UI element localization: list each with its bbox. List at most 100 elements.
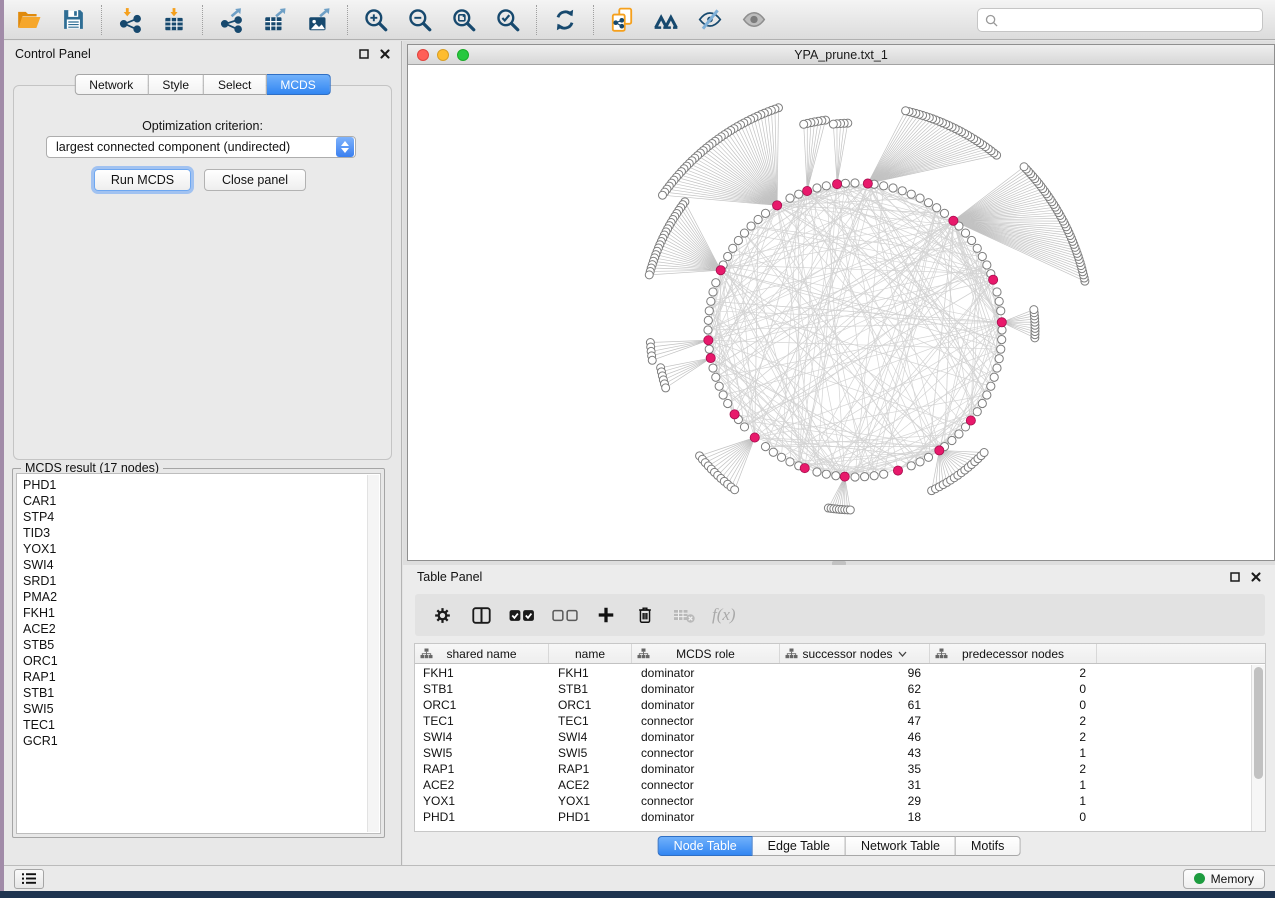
close-window-icon[interactable]	[417, 49, 429, 61]
delete-table-icon[interactable]	[673, 604, 695, 626]
column-namespace-icon	[785, 648, 798, 659]
tab-select[interactable]: Select	[204, 74, 266, 95]
clone-network-icon[interactable]	[609, 7, 635, 33]
table-row[interactable]: SWI5SWI5connector431	[415, 745, 1251, 761]
network-canvas[interactable]	[408, 65, 1274, 560]
maximize-window-icon[interactable]	[457, 49, 469, 61]
table-row[interactable]: ORC1ORC1dominator610	[415, 697, 1251, 713]
first-neighbors-icon[interactable]	[653, 7, 679, 33]
table-cell: connector	[632, 777, 780, 793]
zoom-fit-icon[interactable]	[451, 7, 477, 33]
list-scrollbar[interactable]	[367, 475, 379, 832]
zoom-in-icon[interactable]	[363, 7, 389, 33]
mcds-result-item[interactable]: PMA2	[23, 589, 380, 605]
mcds-result-item[interactable]: RAP1	[23, 669, 380, 685]
mcds-result-list[interactable]: PHD1CAR1STP4TID3YOX1SWI4SRD1PMA2FKH1ACE2…	[16, 473, 381, 834]
mcds-result-item[interactable]: STB5	[23, 637, 380, 653]
close-panel-icon[interactable]	[380, 49, 390, 59]
column-namespace-icon	[935, 648, 948, 659]
table-scrollbar-thumb[interactable]	[1254, 667, 1263, 779]
close-panel-button[interactable]: Close panel	[204, 169, 306, 191]
run-mcds-button[interactable]: Run MCDS	[94, 169, 191, 191]
mcds-result-item[interactable]: SRD1	[23, 573, 380, 589]
add-column-icon[interactable]	[595, 604, 617, 626]
select-all-checkboxes-icon[interactable]	[509, 604, 535, 626]
table-tabs: Node Table Edge Table Network Table Moti…	[658, 836, 1021, 856]
table-row[interactable]: YOX1YOX1connector291	[415, 793, 1251, 809]
tab-mcds[interactable]: MCDS	[266, 74, 330, 95]
float-panel-icon[interactable]	[1230, 572, 1240, 582]
function-builder-icon[interactable]: f(x)	[712, 605, 736, 625]
criterion-dropdown[interactable]: largest connected component (undirected)	[46, 136, 356, 158]
export-table-icon[interactable]	[262, 7, 288, 33]
table-row[interactable]: FKH1FKH1dominator962	[415, 665, 1251, 681]
column-header-name[interactable]: name	[549, 644, 632, 663]
memory-button[interactable]: Memory	[1183, 869, 1265, 889]
mcds-result-item[interactable]: SWI4	[23, 557, 380, 573]
search-box[interactable]	[977, 8, 1263, 32]
import-table-icon[interactable]	[161, 7, 187, 33]
export-image-icon[interactable]	[306, 7, 332, 33]
column-header-successor-nodes[interactable]: successor nodes	[780, 644, 930, 663]
table-cell: 1	[930, 777, 1097, 793]
table-row[interactable]: ACE2ACE2connector311	[415, 777, 1251, 793]
table-cell: dominator	[632, 697, 780, 713]
cytoscape-window: Control Panel Network Style Select MCDS …	[4, 0, 1275, 891]
column-header-mcds-role[interactable]: MCDS role	[632, 644, 780, 663]
tab-motifs[interactable]: Motifs	[956, 836, 1020, 856]
settings-gear-icon[interactable]	[431, 604, 453, 626]
mcds-result-item[interactable]: ORC1	[23, 653, 380, 669]
table-scrollbar[interactable]	[1251, 665, 1265, 831]
close-panel-icon[interactable]	[1251, 572, 1261, 582]
mcds-result-item[interactable]: TID3	[23, 525, 380, 541]
show-all-icon[interactable]	[741, 7, 767, 33]
refresh-icon[interactable]	[552, 7, 578, 33]
mcds-result-item[interactable]: TEC1	[23, 717, 380, 733]
zoom-selected-icon[interactable]	[495, 7, 521, 33]
float-panel-icon[interactable]	[359, 49, 369, 59]
table-cell: dominator	[632, 681, 780, 697]
mcds-result-item[interactable]: PHD1	[23, 477, 380, 493]
mcds-result-item[interactable]: YOX1	[23, 541, 380, 557]
table-cell: 43	[780, 745, 930, 761]
split-view-icon[interactable]	[470, 604, 492, 626]
minimize-window-icon[interactable]	[437, 49, 449, 61]
mcds-result-item[interactable]: CAR1	[23, 493, 380, 509]
column-header-shared-name[interactable]: shared name	[415, 644, 549, 663]
tab-network[interactable]: Network	[74, 74, 148, 95]
zoom-out-icon[interactable]	[407, 7, 433, 33]
table-cell: SWI5	[549, 745, 632, 761]
export-network-icon[interactable]	[218, 7, 244, 33]
table-toolbar: f(x)	[415, 594, 1265, 636]
tab-style[interactable]: Style	[148, 74, 204, 95]
task-history-button[interactable]	[14, 869, 44, 889]
hide-selected-icon[interactable]	[697, 7, 723, 33]
table-cell: PHD1	[415, 809, 549, 825]
table-row[interactable]: PHD1PHD1dominator180	[415, 809, 1251, 825]
table-row[interactable]: STB1STB1dominator620	[415, 681, 1251, 697]
save-session-icon[interactable]	[60, 7, 86, 33]
table-row[interactable]: RAP1RAP1dominator352	[415, 761, 1251, 777]
mcds-result-item[interactable]: ACE2	[23, 621, 380, 637]
tab-network-table[interactable]: Network Table	[846, 836, 956, 856]
mcds-result-item[interactable]: FKH1	[23, 605, 380, 621]
table-cell: 35	[780, 761, 930, 777]
open-file-icon[interactable]	[16, 7, 42, 33]
deselect-checkboxes-icon[interactable]	[552, 604, 578, 626]
mcds-result-item[interactable]: STB1	[23, 685, 380, 701]
mcds-result-item[interactable]: STP4	[23, 509, 380, 525]
tab-node-table[interactable]: Node Table	[658, 836, 753, 856]
search-input[interactable]	[1003, 13, 1255, 27]
table-row[interactable]: SWI4SWI4dominator462	[415, 729, 1251, 745]
table-cell: ORC1	[549, 697, 632, 713]
import-network-icon[interactable]	[117, 7, 143, 33]
column-header-predecessor-nodes[interactable]: predecessor nodes	[930, 644, 1097, 663]
mcds-result-item[interactable]: SWI5	[23, 701, 380, 717]
network-view-window: YPA_prune.txt_1	[407, 44, 1275, 561]
table-cell: 0	[930, 681, 1097, 697]
mcds-result-item[interactable]: GCR1	[23, 733, 380, 749]
table-row[interactable]: TEC1TEC1connector472	[415, 713, 1251, 729]
main-toolbar	[4, 0, 1275, 40]
tab-edge-table[interactable]: Edge Table	[753, 836, 846, 856]
delete-column-icon[interactable]	[634, 604, 656, 626]
